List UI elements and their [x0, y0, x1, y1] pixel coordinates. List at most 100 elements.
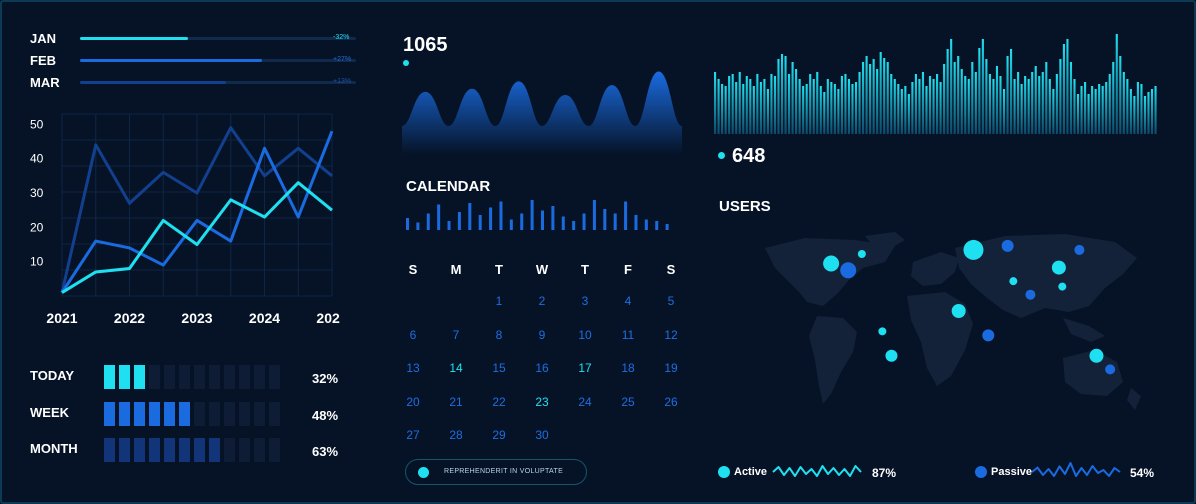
calendar-day[interactable]: 9 — [527, 328, 557, 342]
calendar-day[interactable]: 1 — [484, 294, 514, 308]
frequency-bar — [1105, 82, 1108, 134]
monthly-progress-list: JAN -32% FEB +27% MAR +13% — [30, 28, 360, 94]
calendar-day[interactable]: 5 — [656, 294, 686, 308]
user-location-dot[interactable] — [840, 262, 857, 279]
frequency-bar — [978, 48, 981, 134]
calendar-day[interactable]: 12 — [656, 328, 686, 342]
calendar-day[interactable]: 18 — [613, 361, 643, 375]
frequency-bar — [914, 74, 917, 134]
user-location-dot[interactable] — [1001, 239, 1014, 252]
activity-bar — [468, 203, 472, 230]
period-block — [104, 402, 115, 426]
frequency-bar — [1126, 79, 1129, 134]
calendar-day[interactable]: 20 — [398, 395, 428, 409]
user-location-dot[interactable] — [951, 304, 966, 318]
wave-value: 1065 — [403, 34, 448, 56]
calendar-day[interactable]: 19 — [656, 361, 686, 375]
user-location-dot[interactable] — [1074, 244, 1085, 255]
frequency-bar — [773, 76, 777, 134]
frequency-bar — [735, 82, 738, 134]
frequency-bar — [995, 66, 999, 134]
frequency-bar — [816, 72, 819, 134]
activity-bar — [634, 215, 638, 230]
period-block — [134, 365, 145, 389]
landmass — [809, 316, 857, 404]
calendar-day[interactable]: 21 — [441, 395, 471, 409]
calendar-day[interactable]: 11 — [613, 328, 643, 342]
activity-bar — [499, 201, 503, 230]
wave-area — [402, 71, 682, 154]
user-location-dot[interactable] — [823, 255, 840, 272]
user-location-dot[interactable] — [1051, 260, 1066, 275]
period-block — [269, 402, 280, 426]
weekday-label: S — [666, 262, 676, 277]
user-location-dot[interactable] — [1105, 364, 1116, 375]
month-change: +27% — [333, 56, 352, 63]
calendar-day[interactable]: 8 — [484, 328, 514, 342]
user-location-dot[interactable] — [1058, 282, 1067, 291]
frequency-bar — [1136, 82, 1139, 134]
user-location-dot[interactable] — [982, 329, 995, 342]
calendar-day[interactable]: 13 — [398, 361, 428, 375]
frequency-bar — [763, 79, 766, 134]
activity-bar — [665, 224, 669, 230]
frequency-bar — [1017, 72, 1020, 134]
frequency-bar — [939, 82, 942, 134]
frequency-bar — [1055, 74, 1058, 134]
period-label: WEEK — [30, 405, 69, 420]
calendar-day[interactable]: 15 — [484, 361, 514, 375]
calendar-day[interactable]: 26 — [656, 395, 686, 409]
activity-bar — [582, 213, 586, 230]
calendar-day[interactable]: 6 — [398, 328, 428, 342]
user-location-dot[interactable] — [857, 250, 866, 258]
calendar-day[interactable]: 2 — [527, 294, 557, 308]
user-location-dot[interactable] — [885, 349, 898, 362]
calendar-day[interactable]: 30 — [527, 428, 557, 442]
activity-bar — [644, 219, 648, 230]
calendar-day[interactable]: 29 — [484, 428, 514, 442]
frequency-bar — [1119, 56, 1122, 134]
user-location-dot[interactable] — [1025, 289, 1036, 300]
frequency-bar — [724, 86, 727, 134]
frequency-bar — [1133, 96, 1136, 134]
frequency-bar — [1094, 89, 1097, 134]
calendar-day[interactable]: 25 — [613, 395, 643, 409]
weekday-label: W — [535, 262, 549, 277]
reprehenderit-button[interactable]: REPREHENDERIT IN VOLUPTATE — [405, 459, 587, 485]
frequency-bar — [784, 56, 787, 134]
activity-bar — [489, 207, 493, 230]
calendar-day[interactable]: 7 — [441, 328, 471, 342]
activity-bar — [655, 221, 659, 230]
calendar-day[interactable]: 16 — [527, 361, 557, 375]
calendar-day[interactable]: 3 — [570, 294, 600, 308]
calendar-day[interactable]: 27 — [398, 428, 428, 442]
frequency-bar — [717, 79, 720, 134]
frequency-bar — [971, 62, 974, 134]
period-block — [164, 365, 175, 389]
month-label: FEB — [30, 53, 56, 68]
calendar-day[interactable]: 24 — [570, 395, 600, 409]
frequency-bar — [960, 69, 963, 134]
calendar-title: CALENDAR — [406, 178, 491, 195]
calendar-day[interactable]: 22 — [484, 395, 514, 409]
calendar-day[interactable]: 10 — [570, 328, 600, 342]
user-location-dot[interactable] — [1009, 277, 1018, 286]
calendar-day[interactable]: 28 — [441, 428, 471, 442]
legend-label: Active — [734, 466, 768, 478]
frequency-bar — [900, 89, 903, 134]
user-location-dot[interactable] — [878, 327, 887, 336]
frequency-bar — [1062, 44, 1065, 134]
activity-bar — [426, 213, 430, 230]
calendar-day[interactable]: 14 — [441, 361, 471, 375]
calendar-day[interactable]: 23 — [527, 395, 557, 409]
frequency-bar — [795, 69, 798, 134]
period-block — [254, 365, 265, 389]
frequency-value-dot — [718, 152, 725, 159]
calendar-day[interactable]: 17 — [570, 361, 600, 375]
calendar-day[interactable]: 4 — [613, 294, 643, 308]
frequency-bar — [742, 84, 745, 134]
frequency-bar — [964, 76, 967, 134]
user-location-dot[interactable] — [963, 239, 984, 260]
user-location-dot[interactable] — [1089, 348, 1104, 363]
period-block — [224, 438, 235, 462]
